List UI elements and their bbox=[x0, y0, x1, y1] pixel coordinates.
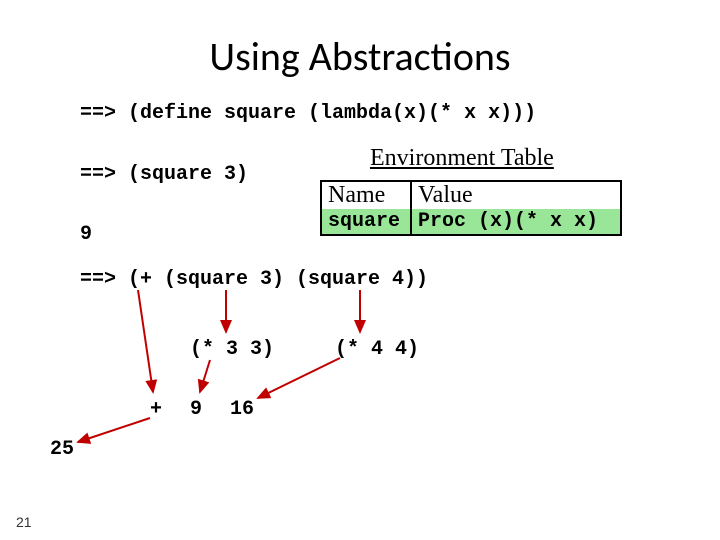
arrow-icon bbox=[200, 360, 210, 392]
slide: Using Abstractions ==> (define square (l… bbox=[0, 0, 720, 540]
code-plus: + bbox=[150, 398, 162, 421]
arrow-icon bbox=[138, 290, 153, 392]
code-define: ==> (define square (lambda(x)(* x x))) bbox=[80, 102, 536, 125]
env-col-value: Value bbox=[411, 181, 621, 209]
slide-number: 21 bbox=[16, 514, 32, 530]
env-cell-value: Proc (x)(* x x) bbox=[411, 209, 621, 235]
code-sixteen: 16 bbox=[230, 398, 254, 421]
code-call-square: ==> (square 3) bbox=[80, 163, 248, 186]
arrow-icon bbox=[258, 358, 340, 398]
code-expr-plus: ==> (+ (square 3) (square 4)) bbox=[80, 268, 428, 291]
code-reduce-33: (* 3 3) bbox=[190, 338, 274, 361]
code-nine: 9 bbox=[190, 398, 202, 421]
arrow-icon bbox=[78, 418, 150, 442]
env-table-row: square Proc (x)(* x x) bbox=[321, 209, 621, 235]
code-reduce-44: (* 4 4) bbox=[335, 338, 419, 361]
code-twentyfive: 25 bbox=[50, 438, 74, 461]
env-cell-name: square bbox=[321, 209, 411, 235]
env-table-title: Environment Table bbox=[370, 145, 554, 172]
env-table-header: Name Value bbox=[321, 181, 621, 209]
env-table: Name Value square Proc (x)(* x x) bbox=[320, 180, 622, 236]
slide-title: Using Abstractions bbox=[0, 32, 720, 81]
code-result-9: 9 bbox=[80, 223, 92, 246]
env-col-name: Name bbox=[321, 181, 411, 209]
